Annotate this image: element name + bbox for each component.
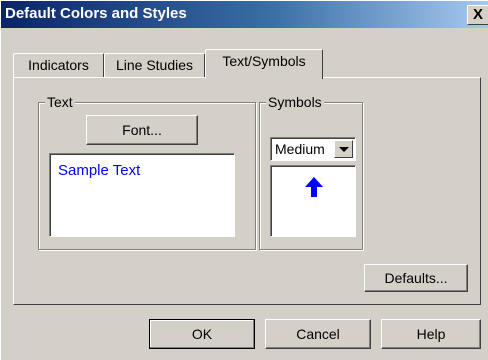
tab-panel: Text Font... Sample Text Symbols Medium … [13, 77, 481, 305]
symbol-preview [270, 165, 356, 237]
up-arrow-icon [305, 177, 323, 197]
title-bar[interactable]: Default Colors and Styles X [1, 1, 488, 28]
symbols-group-label: Symbols [266, 93, 324, 111]
text-group-label: Text [45, 93, 75, 111]
sample-text-preview: Sample Text [49, 153, 235, 237]
close-button[interactable]: X [467, 5, 488, 25]
defaults-button-label: Defaults... [384, 270, 448, 286]
cancel-button[interactable]: Cancel [265, 319, 371, 349]
tab-label: Indicators [28, 57, 89, 73]
tab-indicators[interactable]: Indicators [13, 53, 104, 77]
window-title: Default Colors and Styles [5, 5, 187, 22]
sample-text: Sample Text [58, 162, 141, 179]
font-button-label: Font... [122, 122, 162, 138]
symbol-size-select[interactable]: Medium [270, 137, 356, 161]
tab-label: Line Studies [115, 57, 194, 73]
text-groupbox: Text Font... Sample Text [38, 93, 256, 250]
close-icon: X [473, 6, 484, 23]
ok-button[interactable]: OK [149, 319, 255, 349]
defaults-button[interactable]: Defaults... [364, 264, 468, 292]
ok-button-label: OK [191, 326, 213, 342]
help-button-label: Help [416, 326, 446, 342]
font-button[interactable]: Font... [86, 115, 198, 145]
tab-line-studies[interactable]: Line Studies [104, 53, 205, 77]
symbol-size-value: Medium [275, 141, 325, 157]
chevron-down-icon[interactable] [334, 140, 353, 158]
symbols-groupbox: Symbols Medium [259, 93, 363, 250]
cancel-button-label: Cancel [296, 326, 340, 342]
dialog-window: Default Colors and Styles X Indicators L… [0, 0, 488, 360]
tab-label: Text/Symbols [222, 53, 306, 69]
tab-text-symbols[interactable]: Text/Symbols [205, 49, 323, 79]
help-button[interactable]: Help [381, 319, 481, 349]
